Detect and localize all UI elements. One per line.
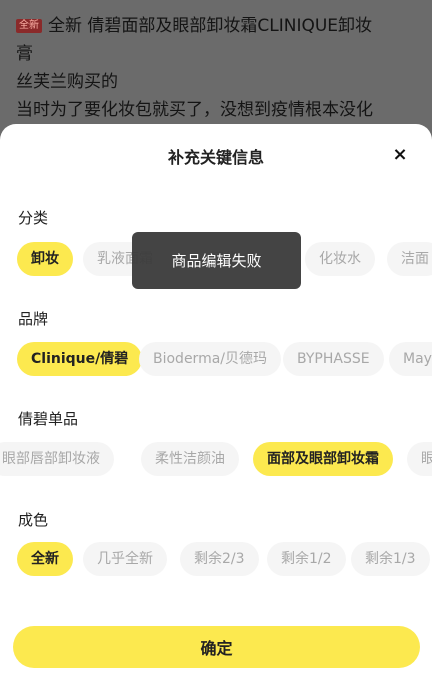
chip-condition-almost-new[interactable]: 几乎全新	[83, 542, 167, 576]
chip-category-cleanser[interactable]: 洁面	[387, 242, 432, 276]
confirm-button[interactable]: 确定	[13, 626, 420, 668]
chip-product-cleansing-oil[interactable]: 柔性洁颜油	[141, 442, 239, 476]
key-info-sheet: 补充关键信息 × 分类 卸妆 乳液面霜 精华 化妆水 洁面 品牌 Cliniqu…	[0, 124, 432, 689]
chip-brand-maybelline[interactable]: Maybelline	[389, 342, 432, 376]
chip-condition-brand-new[interactable]: 全新	[17, 542, 73, 576]
new-tag-badge: 全新	[16, 19, 42, 33]
chip-product-eye-lip-remover[interactable]: 眼部唇部卸妆液	[0, 442, 114, 476]
chip-brand-clinique[interactable]: Clinique/倩碧	[17, 342, 143, 376]
error-toast: 商品编辑失败	[132, 232, 301, 289]
chip-condition-half[interactable]: 剩余1/2	[267, 542, 346, 576]
section-label-condition: 成色	[18, 511, 49, 529]
chip-product-face-eye-balm[interactable]: 面部及眼部卸妆霜	[253, 442, 393, 476]
chip-category-toner[interactable]: 化妆水	[305, 242, 375, 276]
chip-condition-one-third[interactable]: 剩余1/3	[351, 542, 430, 576]
chip-row-brand: Clinique/倩碧 Bioderma/贝德玛 BYPHASSE Maybel…	[0, 342, 432, 380]
chip-row-product: 眼部唇部卸妆液 柔性洁颜油 面部及眼部卸妆霜 眼部	[0, 442, 432, 480]
chip-row-condition: 全新 几乎全新 剩余2/3 剩余1/2 剩余1/3	[0, 542, 432, 580]
section-label-brand: 品牌	[18, 310, 49, 328]
close-icon[interactable]: ×	[388, 142, 412, 166]
chip-condition-two-thirds[interactable]: 剩余2/3	[180, 542, 259, 576]
section-label-category: 分类	[18, 209, 49, 227]
listing-title-line-2: 膏	[16, 44, 33, 64]
listing-title-line: 全新 全新 倩碧面部及眼部卸妆霜CLINIQUE卸妆	[16, 12, 416, 40]
section-label-product: 倩碧单品	[18, 410, 79, 428]
chip-brand-bioderma[interactable]: Bioderma/贝德玛	[139, 342, 282, 376]
listing-desc-line-2: 当时为了要化妆包就买了，没想到疫情根本没化	[16, 100, 373, 120]
sheet-title: 补充关键信息	[167, 148, 264, 167]
chip-brand-byphasse[interactable]: BYPHASSE	[283, 342, 384, 376]
chip-product-eye[interactable]: 眼部	[407, 442, 432, 476]
listing-title-text: 全新 倩碧面部及眼部卸妆霜CLINIQUE卸妆	[48, 16, 373, 36]
listing-desc-line-1: 丝芙兰购买的	[16, 72, 118, 92]
chip-category-makeup-remover[interactable]: 卸妆	[17, 242, 73, 276]
